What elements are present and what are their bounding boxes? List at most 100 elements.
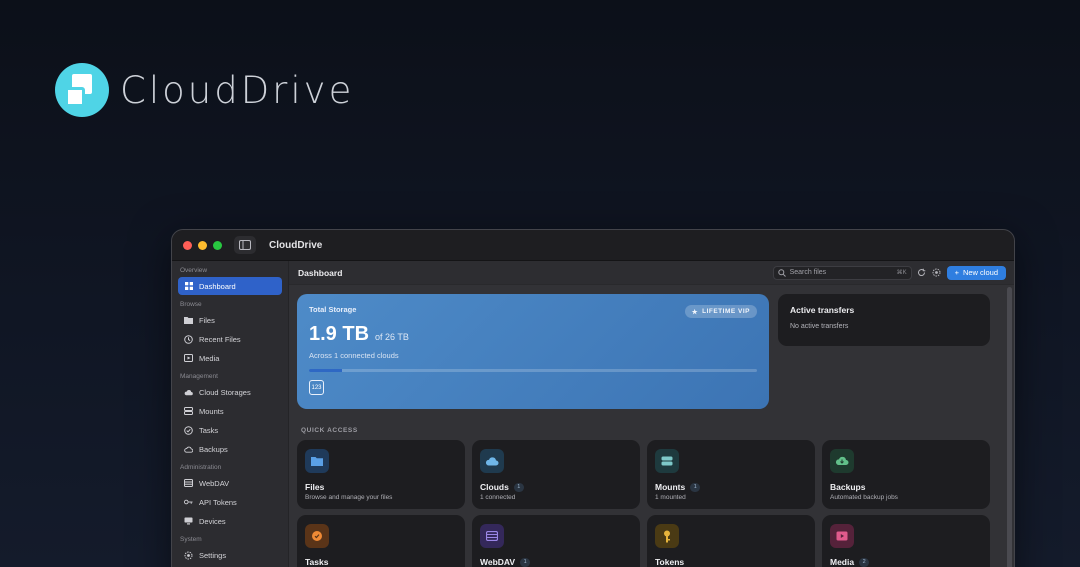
quick-access-files[interactable]: Files Browse and manage your files [297,440,465,509]
quick-access-tokens[interactable]: Tokens [647,515,815,567]
scrollbar[interactable] [1007,287,1012,567]
sidebar-item-label: Cloud Storages [199,387,251,397]
tasks-icon [184,425,193,435]
sidebar-item-cloud-storages[interactable]: Cloud Storages [178,383,282,401]
grid-icon [184,282,193,291]
storage-total: of 26 TB [375,332,409,342]
settings-gear-icon[interactable] [932,268,942,278]
new-cloud-button[interactable]: + New cloud [946,265,1006,280]
sidebar-item-label: Dashboard [199,281,236,291]
sidebar-item-label: Settings [199,550,227,560]
window-controls [183,240,222,250]
sidebar-section-administration: Administration [180,464,222,471]
sidebar-item-media[interactable]: Media [178,349,282,367]
clock-icon [184,334,193,344]
folder-icon [184,316,193,325]
media-icon [184,354,193,363]
numbers-icon: 123 [309,380,324,395]
minimize-window-button[interactable] [198,240,207,250]
total-storage-card: Total Storage ★ LIFETIME VIP 1.9 TB of 2… [297,294,769,409]
storage-progress-bar [309,369,757,372]
media-icon [830,524,854,548]
card-title: Mounts [655,482,686,492]
sidebar-item-label: WebDAV [199,478,230,488]
search-input[interactable]: Search files ⌘K [772,265,912,280]
star-icon: ★ [691,308,699,316]
sidebar-item-label: API Tokens [199,497,237,507]
top-bar: Dashboard Search files ⌘K + New cloud [289,261,1014,285]
count-badge: 2 [859,557,870,567]
sidebar-item-label: Tasks [199,425,219,435]
sidebar-section-browse: Browse [180,301,202,308]
count-badge: 1 [690,482,701,492]
drive-icon [184,407,193,416]
title-bar: CloudDrive [172,230,1014,261]
quick-access-label: QUICK ACCESS [301,427,358,434]
sidebar-section-management: Management [180,373,218,380]
sidebar-item-webdav[interactable]: WebDAV [178,474,282,492]
card-title: Media [830,557,855,567]
key-icon [655,524,679,548]
quick-access-backups[interactable]: Backups Automated backup jobs [822,440,990,509]
window-title: CloudDrive [269,239,323,251]
backup-icon [184,445,193,454]
card-description: 1 mounted [655,494,686,501]
close-window-button[interactable] [183,240,192,250]
plus-icon: + [954,268,959,277]
search-shortcut: ⌘K [896,270,907,276]
sidebar-item-label: Mounts [199,406,224,416]
clouddrive-logo-icon [55,63,109,117]
sidebar-section-system: System [180,536,202,543]
storage-progress-fill [309,369,342,372]
transfers-title: Active transfers [790,305,855,315]
vip-label: LIFETIME VIP [702,308,750,315]
app-window: CloudDrive Overview Dashboard Browse Fil… [171,229,1015,567]
quick-access-media[interactable]: Media 2 [822,515,990,567]
quick-access-webdav[interactable]: WebDAV 1 [472,515,640,567]
sidebar-item-mounts[interactable]: Mounts [178,402,282,420]
brand: CloudDrive [55,63,354,117]
quick-access-grid: Files Browse and manage your files Cloud… [297,440,991,567]
sidebar-item-files[interactable]: Files [178,311,282,329]
refresh-icon[interactable] [917,268,927,278]
sidebar-item-settings[interactable]: Settings [178,546,282,564]
tasks-icon [305,524,329,548]
storage-used: 1.9 TB [309,323,370,345]
card-title: WebDAV [480,557,516,567]
folder-icon [305,449,329,473]
quick-access-mounts[interactable]: Mounts 1 1 mounted [647,440,815,509]
sidebar-item-dashboard[interactable]: Dashboard [178,277,282,295]
sidebar-item-backups[interactable]: Backups [178,440,282,458]
new-cloud-label: New cloud [962,268,998,277]
page-title: Dashboard [298,267,343,278]
brand-name: CloudDrive [120,68,355,112]
server-icon [184,479,193,488]
card-title: Clouds [480,482,509,492]
sidebar-toggle-button[interactable] [234,236,256,254]
card-description: 1 connected [480,494,516,501]
sidebar-item-label: Files [199,315,215,325]
search-icon [777,268,786,277]
quick-access-clouds[interactable]: Clouds 1 1 connected [472,440,640,509]
sidebar-item-recent-files[interactable]: Recent Files [178,330,282,348]
monitor-icon [184,517,193,526]
drive-icon [655,449,679,473]
sidebar-item-tasks[interactable]: Tasks [178,421,282,439]
transfers-empty-text: No active transfers [790,323,849,330]
sidebar-item-label: Recent Files [199,334,241,344]
sidebar-item-api-tokens[interactable]: API Tokens [178,493,282,511]
count-badge: 1 [520,557,531,567]
main-content: Dashboard Search files ⌘K + New cloud To… [289,261,1014,567]
card-title: Tasks [305,557,329,567]
maximize-window-button[interactable] [213,240,222,250]
sidebar-item-devices[interactable]: Devices [178,512,282,530]
sidebar-item-label: Media [199,353,220,363]
quick-access-tasks[interactable]: Tasks [297,515,465,567]
backup-icon [830,449,854,473]
cloud-icon [184,388,193,397]
search-placeholder: Search files [789,269,827,276]
cloud-icon [480,449,504,473]
lifetime-vip-badge: ★ LIFETIME VIP [684,305,757,318]
count-badge: 1 [513,482,524,492]
card-description: Browse and manage your files [305,494,393,501]
